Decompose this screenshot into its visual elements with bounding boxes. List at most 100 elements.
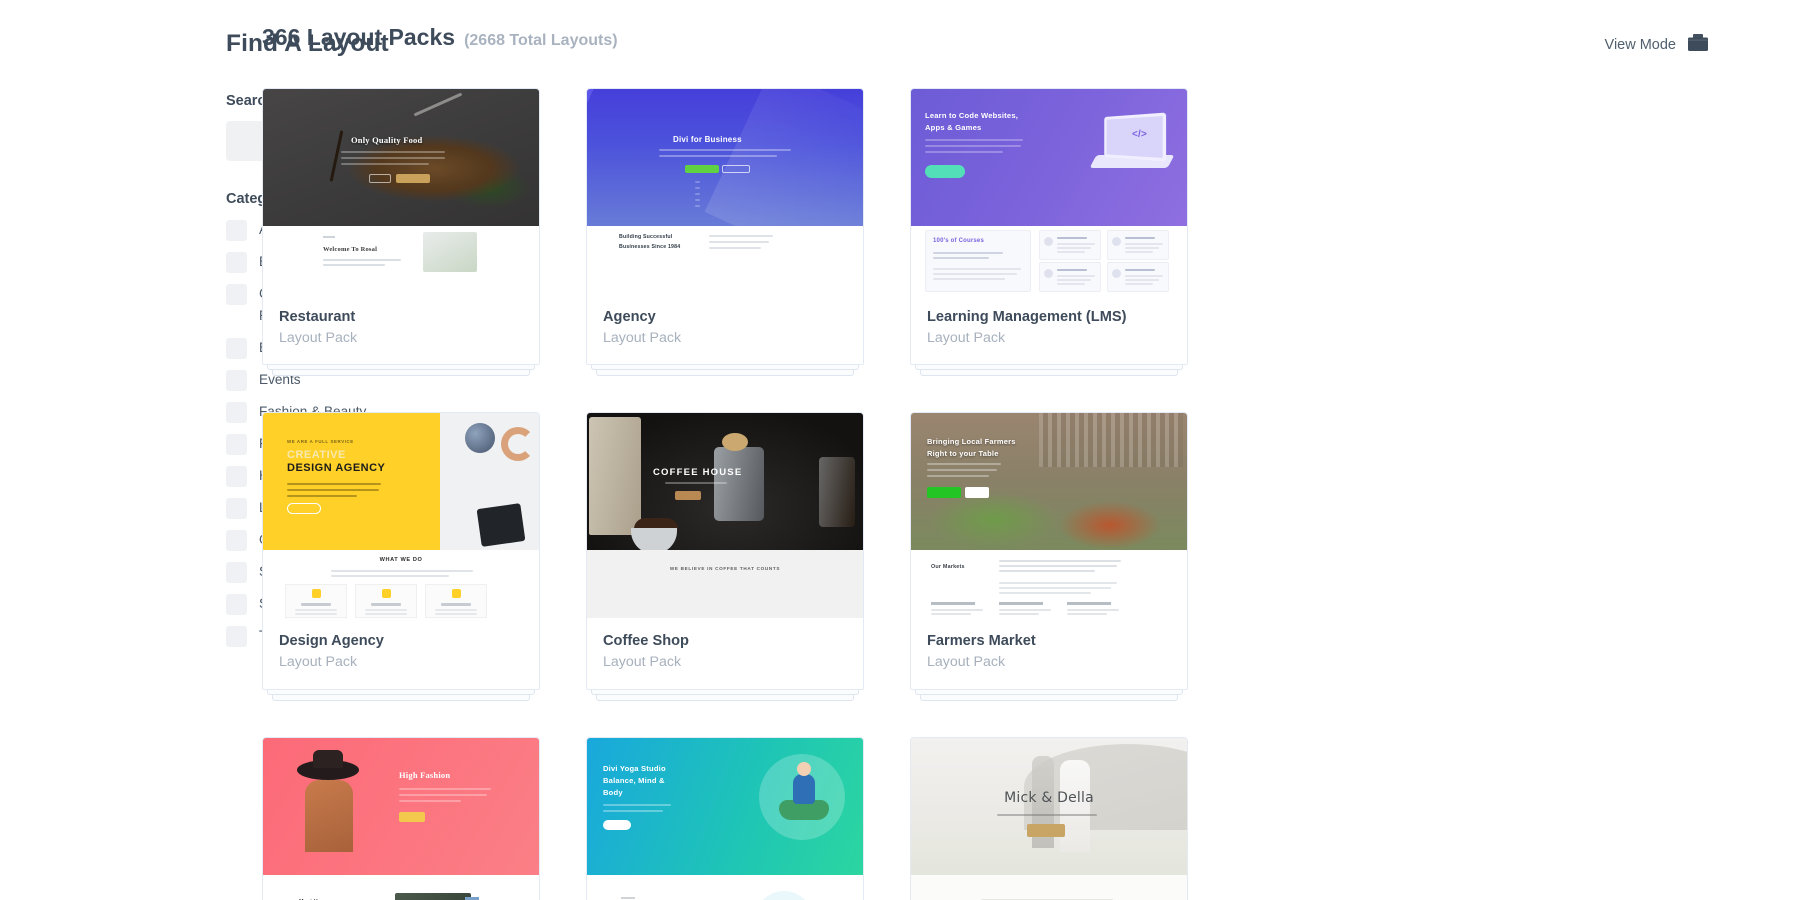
hero-heading-2: Balance, Mind & <box>603 775 665 785</box>
thumbnail-artwork: Bringing Local Farmers Right to your Tabl… <box>911 413 1187 551</box>
category-checkbox[interactable] <box>226 562 247 584</box>
category-checkbox[interactable] <box>226 284 247 306</box>
category-checkbox[interactable] <box>226 370 247 392</box>
mockup-line <box>1067 609 1119 612</box>
phone-shape <box>476 503 526 548</box>
hero-button <box>927 487 961 499</box>
thumbnail-artwork: Mick & Della <box>911 737 1187 875</box>
layout-pack-card[interactable]: Bringing Local Farmers Right to your Tabl… <box>910 412 1188 690</box>
layout-pack-thumbnail[interactable]: COFFEE HOUSE WE BELIEVE IN COFFEE THAT CO… <box>587 413 863 619</box>
mockup-line <box>1125 243 1163 245</box>
mockup-line <box>999 560 1121 563</box>
layout-pack-thumbnail[interactable]: High Fashion Meet Us <box>263 737 539 900</box>
feature-icon <box>382 589 391 599</box>
layout-pack-card[interactable]: High FashionMeet UsFashionLayout Pack <box>262 736 540 900</box>
layout-pack-thumbnail[interactable]: </> Learn to Code Websites, Apps & Games 10… <box>911 89 1187 294</box>
layout-pack-card[interactable]: WE ARE A FULL SERVICE CREATIVE DESIGN AGEN… <box>262 412 540 690</box>
body-heading: WE BELIEVE IN COFFEE THAT COUNTS <box>669 566 781 572</box>
layout-pack-thumbnail[interactable]: Divi Yoga Studio Balance, Mind & Body High … <box>587 737 863 900</box>
layout-pack-slot: Mick & DellaWeddingLayout Pack <box>910 736 1188 900</box>
layout-pack-subtitle: Layout Pack <box>603 329 682 346</box>
thumbnail-artwork: WE ARE A FULL SERVICE CREATIVE DESIGN AGEN… <box>263 413 539 551</box>
mockup-line <box>399 799 461 802</box>
layout-pack-thumbnail[interactable]: Bringing Local Farmers Right to your Tabl… <box>911 413 1187 619</box>
category-checkbox[interactable] <box>226 252 247 274</box>
bride-figure <box>1060 759 1091 852</box>
layout-pack-card[interactable]: Divi Yoga Studio Balance, Mind & Body High … <box>586 736 864 900</box>
mockup-line <box>1057 283 1085 285</box>
mockup-line <box>331 575 449 578</box>
thumbnail-body: Building Successful Businesses Since 1984 <box>587 226 863 294</box>
category-checkbox[interactable] <box>226 626 247 648</box>
layout-pack-subtitle: Layout Pack <box>927 329 1006 346</box>
mockup-line <box>1125 283 1153 285</box>
coffee-grinder <box>713 447 764 522</box>
layout-pack-thumbnail[interactable]: WE ARE A FULL SERVICE CREATIVE DESIGN AGEN… <box>263 413 539 619</box>
mockup-line <box>933 273 1017 275</box>
category-checkbox[interactable] <box>226 338 247 360</box>
mockup-line <box>695 193 700 195</box>
hero-heading: Only Quality Food <box>351 135 423 145</box>
category-checkbox[interactable] <box>226 498 247 520</box>
mockup-line <box>927 469 997 472</box>
category-checkbox[interactable] <box>226 594 247 616</box>
mockup-line <box>933 257 989 259</box>
body-bg <box>911 874 1187 900</box>
layout-pack-slot: Divi Yoga Studio Balance, Mind & Body High … <box>586 736 864 900</box>
layout-pack-subtitle: Layout Pack <box>927 654 1006 671</box>
mockup-line <box>1057 279 1091 281</box>
mockup-line <box>709 241 769 243</box>
layout-pack-thumbnail[interactable]: Only Quality Food Welcome To Rosal <box>263 89 539 294</box>
hero-button-outline <box>722 165 750 173</box>
layout-pack-subtitle: Layout Pack <box>279 329 358 346</box>
hero-heading: Divi for Business <box>673 135 742 144</box>
hero-button-2 <box>965 487 989 499</box>
mockup-line <box>925 151 1003 153</box>
yoga-figure-head <box>797 761 811 776</box>
category-checkbox[interactable] <box>226 434 247 456</box>
thumbnail-hero: High Fashion <box>263 737 539 875</box>
layout-pack-card[interactable]: Divi for Business Building Successful Busi… <box>586 88 864 366</box>
layout-pack-thumbnail[interactable]: Mick & Della <box>911 737 1187 900</box>
folder-icon[interactable] <box>1688 34 1708 56</box>
layout-pack-card[interactable]: Only Quality Food Welcome To Rosal Restaur… <box>262 88 540 366</box>
category-checkbox[interactable] <box>226 402 247 424</box>
layout-pack-thumbnail[interactable]: Divi for Business Building Successful Busi… <box>587 89 863 294</box>
layout-pack-meta: Agency Layout Pack <box>587 294 863 365</box>
mockup-line <box>1125 251 1153 253</box>
thumbnail-body <box>911 874 1187 900</box>
layout-pack-title: Learning Management (LMS) <box>927 309 1127 325</box>
mockup-line <box>399 793 487 796</box>
layout-pack-card[interactable]: </> Learn to Code Websites, Apps & Games 10… <box>910 88 1188 366</box>
hero-heading-2: Right to your Table <box>927 449 999 459</box>
mockup-line <box>341 151 445 153</box>
market-title <box>999 602 1043 605</box>
mockup-line <box>999 609 1051 612</box>
coffee-bag <box>589 417 641 536</box>
mockup-line <box>709 247 761 249</box>
plant-shape <box>465 423 495 454</box>
mockup-line <box>999 592 1091 595</box>
main-content: 366 Layout Packs (2668 Total Layouts) Vi… <box>262 24 1800 900</box>
mockup-line <box>603 809 663 812</box>
mockup-line <box>927 475 989 478</box>
view-mode-toggle[interactable]: View Mode <box>1605 34 1708 56</box>
hat-crown <box>313 749 343 768</box>
layout-pack-title: Restaurant <box>279 309 356 325</box>
mockup-line <box>331 570 473 573</box>
layout-pack-title: Agency <box>603 309 656 325</box>
category-checkbox[interactable] <box>226 220 247 241</box>
sidebar: Find A Layout Search Categories Art & De… <box>0 24 408 900</box>
headphones-shape <box>501 427 535 462</box>
hero-heading: CREATIVE <box>287 449 346 462</box>
layout-pack-card[interactable]: COFFEE HOUSE WE BELIEVE IN COFFEE THAT CO… <box>586 412 864 690</box>
feature-icon <box>1044 237 1053 246</box>
category-checkbox[interactable] <box>226 530 247 552</box>
knife-shape <box>413 92 463 117</box>
layout-pack-card[interactable]: Mick & DellaWeddingLayout Pack <box>910 736 1188 900</box>
thumbnail-hero: </> Learn to Code Websites, Apps & Games <box>911 89 1187 226</box>
category-checkbox[interactable] <box>226 466 247 488</box>
layout-pack-slot: COFFEE HOUSE WE BELIEVE IN COFFEE THAT CO… <box>586 412 864 701</box>
mockup-line <box>927 463 1001 466</box>
thumbnail-hero: Mick & Della <box>911 737 1187 875</box>
